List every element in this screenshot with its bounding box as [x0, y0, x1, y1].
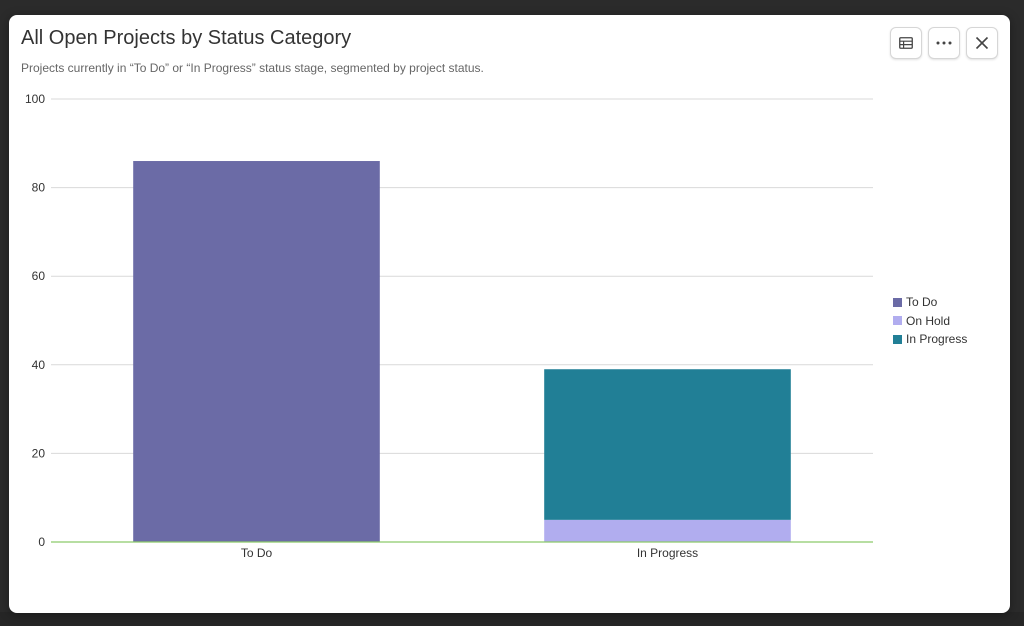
legend-swatch [893, 316, 902, 326]
x-tick-label: To Do [241, 546, 273, 560]
legend-item[interactable]: In Progress [893, 330, 967, 349]
y-tick-label: 100 [25, 92, 45, 106]
chart-legend: To Do On Hold In Progress [893, 293, 967, 349]
legend-label: To Do [906, 295, 938, 310]
y-tick-label: 40 [32, 358, 46, 372]
legend-item[interactable]: To Do [893, 293, 967, 312]
bar-on-hold [544, 519, 791, 542]
y-tick-label: 0 [38, 535, 45, 549]
backdrop [0, 612, 1024, 626]
x-tick-label: In Progress [637, 546, 698, 560]
legend-swatch [893, 334, 902, 344]
legend-label: On Hold [906, 313, 951, 328]
bar-to-do [133, 161, 380, 542]
legend-item[interactable]: On Hold [893, 312, 967, 331]
y-tick-label: 60 [32, 269, 46, 283]
legend-label: In Progress [906, 332, 968, 347]
y-tick-label: 20 [32, 446, 46, 460]
y-tick-label: 80 [32, 181, 46, 195]
chart-modal: All Open Projects by Status Category Pro… [9, 15, 1010, 613]
chart-plot: 0 20 40 60 80 100 To Do In Progress [25, 92, 873, 560]
legend-swatch [893, 297, 902, 307]
bar-in-progress [544, 369, 791, 520]
